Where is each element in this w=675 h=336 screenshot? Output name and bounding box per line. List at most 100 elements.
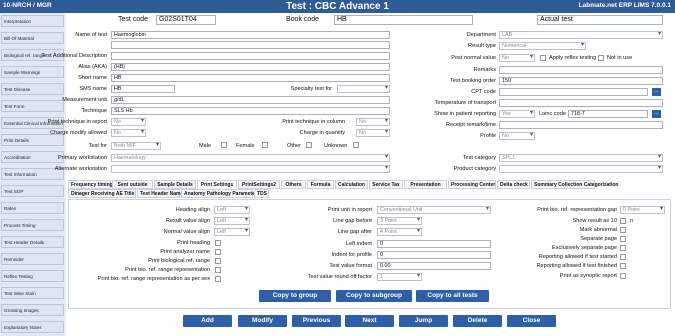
alias-input[interactable]: (HB) <box>111 63 390 71</box>
delete-button[interactable]: Delete <box>453 315 502 327</box>
unit-input[interactable]: g/dL <box>111 96 390 104</box>
booking-order-input[interactable]: 150 <box>499 77 663 85</box>
tab-service-tax[interactable]: Service Tax <box>369 180 403 189</box>
modify-button[interactable]: Modify <box>238 315 287 327</box>
sidebar-item[interactable]: Test SOP <box>1 185 64 197</box>
charge-modify-select[interactable]: No <box>111 129 146 137</box>
tab-print-settings[interactable]: Print Settings <box>197 180 237 189</box>
copy-to-group-button[interactable]: Copy to group <box>259 290 331 302</box>
remarks-input[interactable] <box>499 66 663 74</box>
addl-desc-input[interactable] <box>111 52 390 60</box>
test-code-input[interactable]: G02S01T04 <box>156 15 216 25</box>
sms-name-input[interactable]: HB <box>111 85 175 93</box>
sidebar-item[interactable]: Sample Warnings <box>1 66 64 78</box>
copy-to-all-tests-button[interactable]: Copy to all tests <box>416 290 489 302</box>
reflex-checkbox[interactable] <box>540 55 546 61</box>
sidebar-item[interactable]: Interpretation <box>1 15 64 27</box>
print-bio-rep-sex-checkbox[interactable] <box>215 276 221 282</box>
reporting-started-checkbox[interactable] <box>620 254 626 260</box>
bio-gap-select[interactable]: 0 Point <box>620 206 665 214</box>
technique-input[interactable]: SLS Hb <box>111 107 390 115</box>
mark-abnormal-checkbox[interactable] <box>620 227 626 233</box>
cpt-input[interactable] <box>499 88 648 96</box>
receipt-remark-input[interactable] <box>499 121 663 129</box>
synoptic-checkbox[interactable] <box>620 273 626 279</box>
normal-align-select[interactable]: Left <box>214 228 250 236</box>
sidebar-item[interactable]: Process Timing <box>1 219 64 231</box>
jump-button[interactable]: Jump <box>399 315 448 327</box>
sidebar-item[interactable]: Rates <box>1 202 64 214</box>
tab-presentation[interactable]: Presentation <box>404 180 447 189</box>
name-input[interactable]: Haemoglobin <box>111 31 390 39</box>
sidebar-item[interactable]: Test Disease <box>1 83 64 95</box>
sidebar-item[interactable]: Test Wise Stain <box>1 287 64 299</box>
copy-to-subgroup-button[interactable]: Copy to subgroup <box>336 290 412 302</box>
primary-ws-select[interactable]: Haematology <box>111 154 390 162</box>
profile-select[interactable]: No <box>499 132 535 140</box>
alt-ws-select[interactable] <box>111 165 390 173</box>
tab-summary-collection-categorization[interactable]: Summary Collection Categorization <box>531 180 618 189</box>
charge-qty-select[interactable]: No <box>356 129 390 137</box>
sidebar-item[interactable]: Test Header Details <box>1 236 64 248</box>
tab-anatomy-pathology-parameters[interactable]: Anatomy Pathology Parameters <box>181 189 260 198</box>
tab-tds[interactable]: TDS <box>254 189 269 198</box>
unknown-checkbox[interactable] <box>353 142 359 148</box>
tech-report-select[interactable]: No <box>111 118 146 126</box>
sidebar-item[interactable]: Accreditation <box>1 151 64 163</box>
product-category-select[interactable] <box>499 165 663 173</box>
sidebar-item[interactable]: Reflex Testing <box>1 270 64 282</box>
print-analyzer-checkbox[interactable] <box>215 249 221 255</box>
not-in-use-checkbox[interactable] <box>598 55 604 61</box>
name-input-2[interactable] <box>111 41 390 49</box>
gap-after-select[interactable]: 4 Point <box>377 228 422 236</box>
result-align-select[interactable]: Left <box>214 217 250 225</box>
result-type-select[interactable]: Numerical <box>499 42 586 50</box>
print-heading-checkbox[interactable] <box>215 240 221 246</box>
print-bio-rep-checkbox[interactable] <box>215 267 221 273</box>
sidebar-item[interactable]: Reminder <box>1 253 64 265</box>
tab-sample-details[interactable]: Sample Details <box>154 180 196 189</box>
left-indent-input[interactable]: 0 <box>377 240 491 248</box>
tab-processing-center[interactable]: Processing Center <box>448 180 496 189</box>
tab-sent-outside[interactable]: Sent outside <box>112 180 153 189</box>
sidebar-item[interactable]: Bill Of Material <box>1 32 64 44</box>
indent-profile-input[interactable]: 0 <box>377 251 491 259</box>
test-category-select[interactable]: SPL1 <box>499 154 663 162</box>
sidebar-item[interactable]: Grossing Images <box>1 304 64 316</box>
tab-others[interactable]: Others <box>281 180 306 189</box>
department-select[interactable]: LAB <box>499 31 663 39</box>
previous-button[interactable]: Previous <box>292 315 341 327</box>
specialty-select[interactable] <box>337 85 390 93</box>
cpt-more-button[interactable]: ... <box>652 88 661 96</box>
sidebar-item[interactable]: Test Form <box>1 100 64 112</box>
exclusive-page-checkbox[interactable] <box>620 245 626 251</box>
post-normal-select[interactable]: No <box>499 54 535 62</box>
sidebar-item[interactable]: Explanatory Notes <box>1 321 64 333</box>
tab-dinager-receiving-ae-title[interactable]: Dinager Receiving AE Title <box>68 189 136 198</box>
tech-column-select[interactable]: No <box>356 118 390 126</box>
tab-printsettings2[interactable]: PrintSettings2 <box>238 180 280 189</box>
show-result-checkbox[interactable] <box>620 218 626 224</box>
value-format-input[interactable]: 0.00 <box>377 262 491 270</box>
tab-calculation[interactable]: Calculation <box>335 180 368 189</box>
loinc-input[interactable]: 718-7 <box>568 110 648 118</box>
next-button[interactable]: Next <box>345 315 394 327</box>
test-for-select[interactable]: Both M/F <box>111 142 161 150</box>
other-checkbox[interactable] <box>306 142 312 148</box>
unit-report-select[interactable]: Conventional Unit <box>377 206 491 214</box>
close-button[interactable]: Close <box>507 315 556 327</box>
gap-before-select[interactable]: 3 Point <box>377 217 422 225</box>
tab-formula[interactable]: Formula <box>307 180 334 189</box>
add-button[interactable]: Add <box>183 315 232 327</box>
transport-input[interactable] <box>499 99 663 107</box>
reporting-finished-checkbox[interactable] <box>620 263 626 269</box>
female-checkbox[interactable] <box>262 142 268 148</box>
book-code-input[interactable]: HB <box>334 15 473 25</box>
round-off-select[interactable]: 1 <box>377 273 422 281</box>
male-checkbox[interactable] <box>221 142 227 148</box>
loinc-more-button[interactable]: ... <box>652 110 661 118</box>
print-bio-checkbox[interactable] <box>215 258 221 264</box>
tab-test-header-name[interactable]: Test Header Name <box>137 189 183 198</box>
heading-align-select[interactable]: Left <box>214 206 250 214</box>
patient-report-select[interactable]: Yes <box>499 110 535 118</box>
